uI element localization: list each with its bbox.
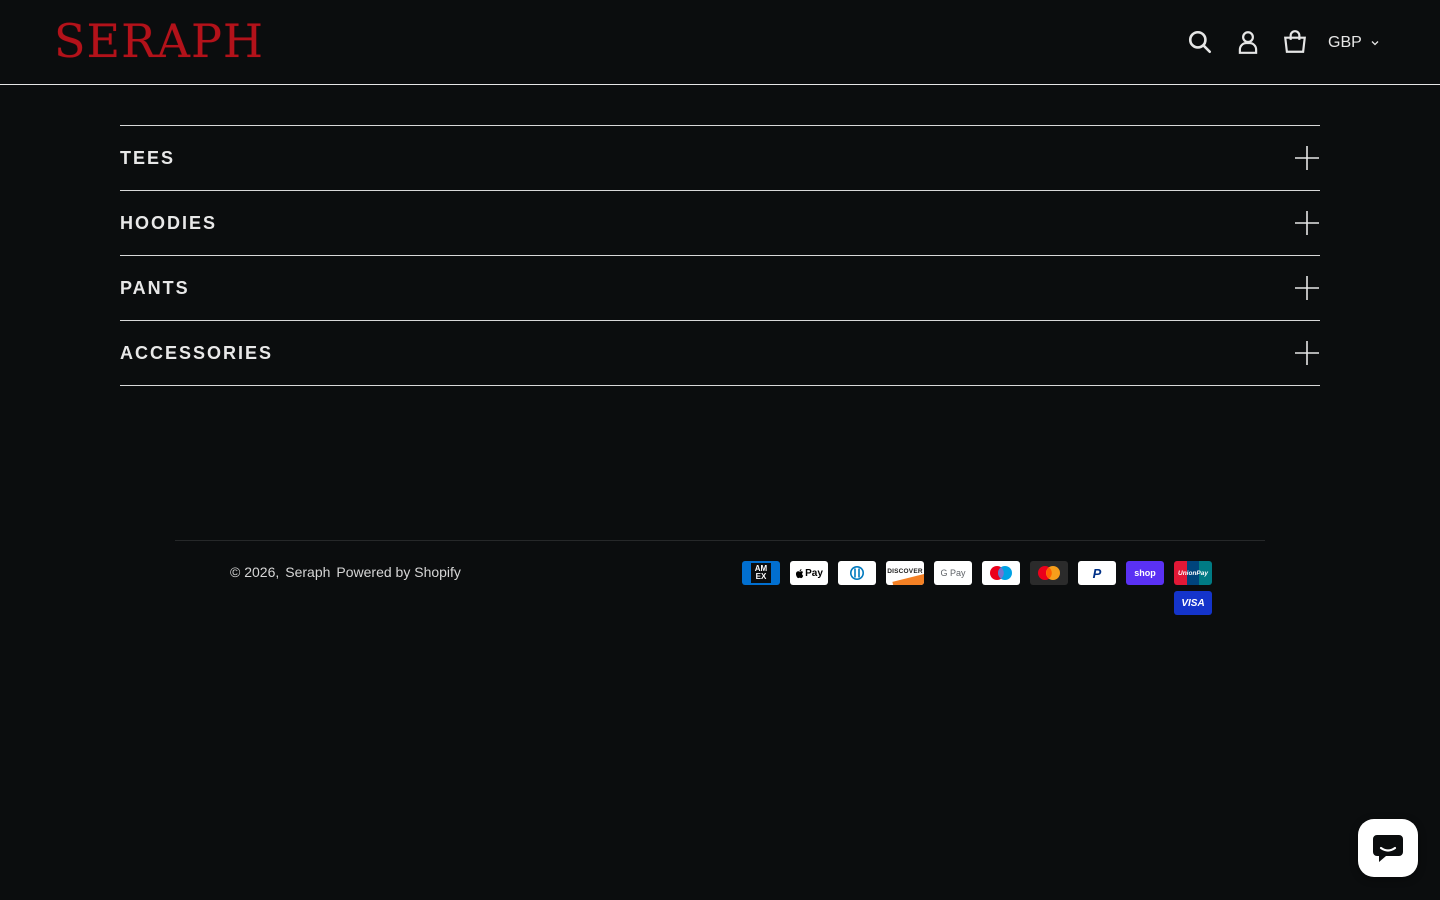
amex-icon: AM EX: [742, 561, 780, 585]
plus-icon: [1295, 146, 1319, 170]
accordion-item-hoodies[interactable]: HOODIES: [120, 191, 1320, 256]
union-pay-icon: UnionPay: [1174, 561, 1212, 585]
plus-icon: [1295, 211, 1319, 235]
copyright-text: © 2026,: [230, 564, 280, 580]
brand-logo[interactable]: SERAPH: [54, 14, 263, 68]
chevron-down-icon: [1371, 41, 1379, 46]
accordion-label: HOODIES: [120, 212, 218, 233]
currency-label: GBP: [1328, 34, 1362, 51]
chat-button[interactable]: [1358, 819, 1418, 877]
accordion-item-accessories[interactable]: ACCESSORIES: [120, 321, 1320, 386]
search-icon[interactable]: [1186, 28, 1214, 56]
accordion-label: TEES: [120, 147, 176, 168]
maestro-icon: [982, 561, 1020, 585]
payment-row: AM EX Pay DISCOVER G Pay P shop UnionPay: [740, 561, 1212, 585]
currency-selector[interactable]: GBP: [1322, 30, 1392, 56]
accordion-label: PANTS: [120, 277, 190, 298]
google-pay-icon: G Pay: [934, 561, 972, 585]
discover-icon: DISCOVER: [886, 561, 924, 585]
accordion-item-pants[interactable]: PANTS: [120, 256, 1320, 321]
footer-divider: [175, 540, 1265, 541]
powered-by-link[interactable]: Powered by Shopify: [336, 564, 461, 580]
mastercard-icon: [1030, 561, 1068, 585]
payment-icons: AM EX Pay DISCOVER G Pay P shop UnionPay…: [740, 561, 1212, 615]
collection-accordion: TEES HOODIES PANTS ACCESSORIES: [120, 125, 1320, 386]
payment-row: VISA: [740, 591, 1212, 615]
site-header: SERAPH GBP: [0, 0, 1440, 85]
account-icon[interactable]: [1234, 28, 1262, 56]
chat-icon: [1373, 835, 1403, 862]
plus-icon: [1295, 341, 1319, 365]
accordion-item-tees[interactable]: TEES: [120, 126, 1320, 191]
footer-copyright: © 2026, Seraph Powered by Shopify: [230, 564, 461, 580]
visa-icon: VISA: [1174, 591, 1212, 615]
plus-icon: [1295, 276, 1319, 300]
store-link[interactable]: Seraph: [285, 564, 330, 580]
shop-pay-icon: shop: [1126, 561, 1164, 585]
cart-icon[interactable]: [1281, 28, 1309, 56]
paypal-icon: P: [1078, 561, 1116, 585]
diners-club-icon: [838, 561, 876, 585]
accordion-label: ACCESSORIES: [120, 342, 274, 363]
apple-pay-icon: Pay: [790, 561, 828, 585]
